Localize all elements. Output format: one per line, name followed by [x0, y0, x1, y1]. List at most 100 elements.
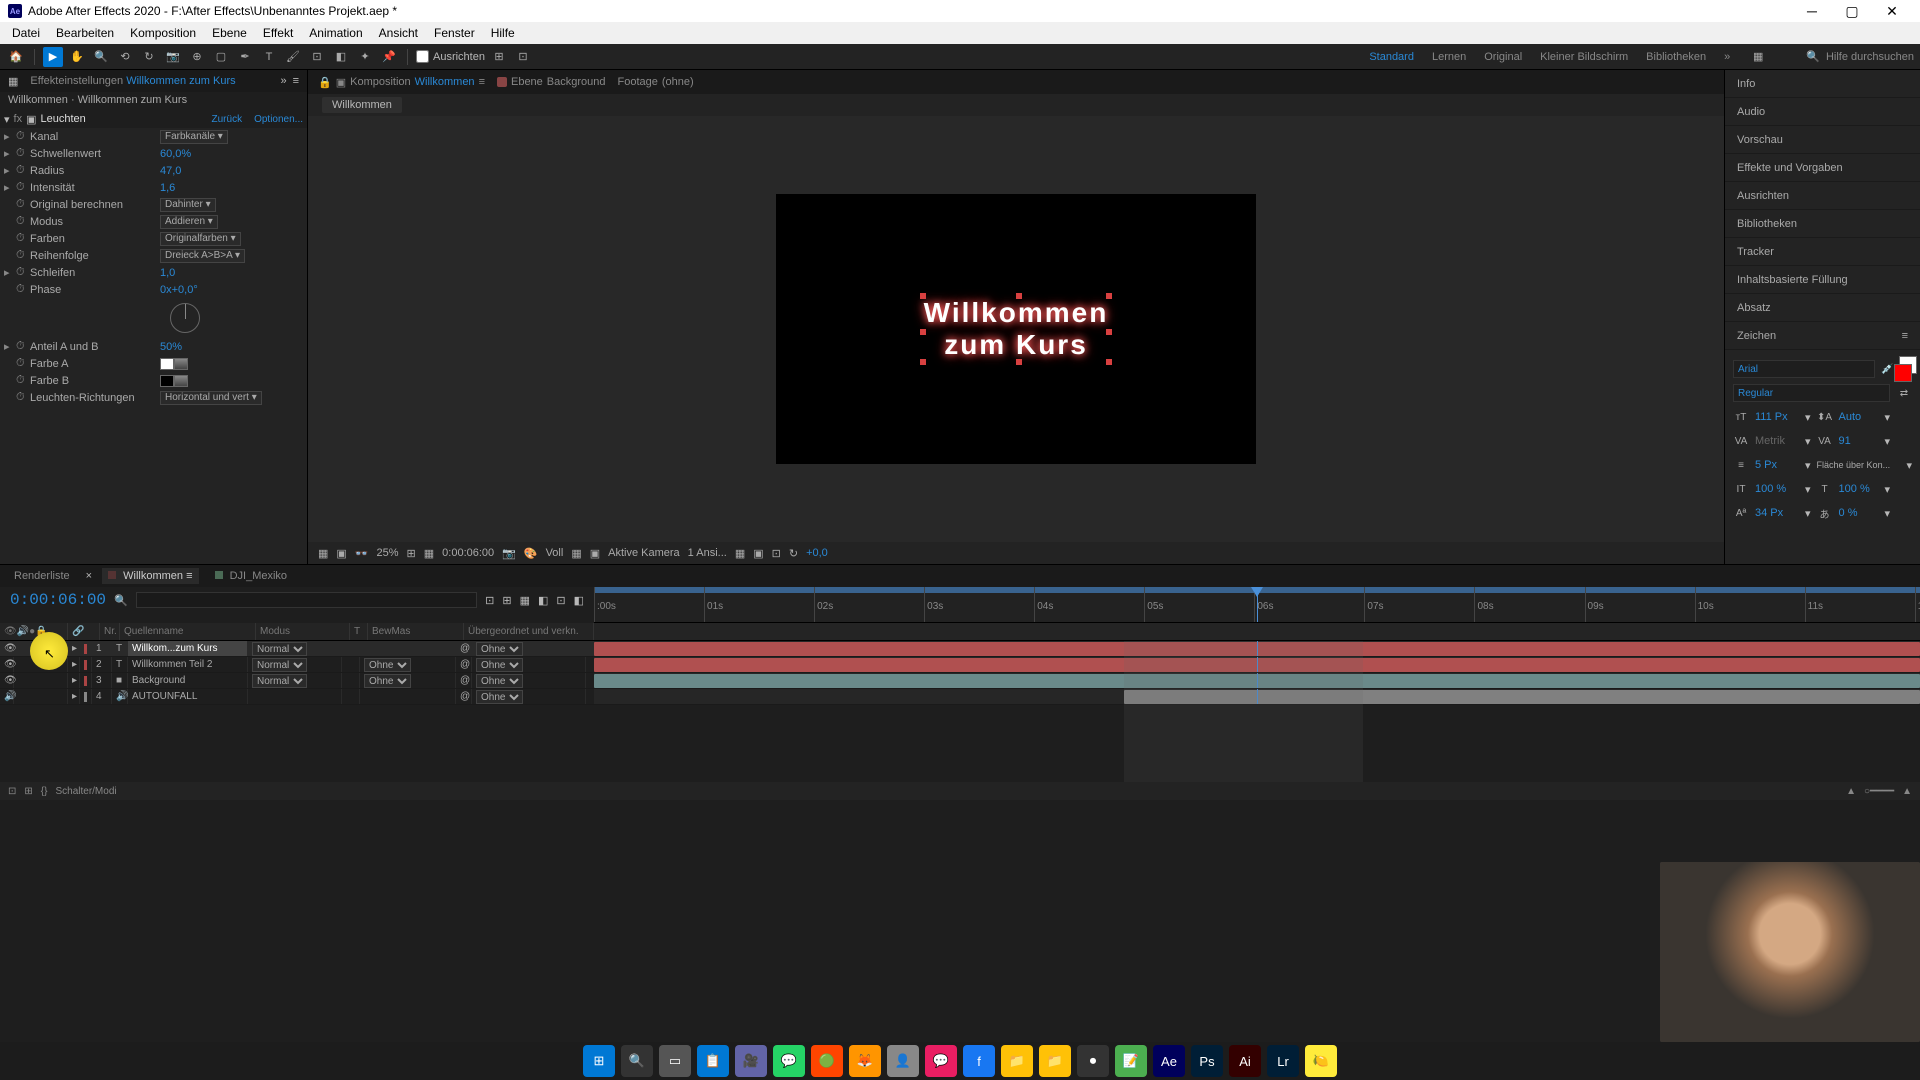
layer-row[interactable]: 👁 ▸ 3 ■ Background Normal Ohne @ Ohne [0, 673, 1920, 689]
timeline-timecode[interactable]: 0:00:06:00 [10, 591, 106, 609]
parent-select[interactable]: Ohne [476, 674, 523, 688]
vc-i7[interactable]: ⊡ [772, 547, 781, 560]
camera-tool[interactable]: 📷 [163, 47, 183, 67]
baseline[interactable]: 34 Px [1755, 507, 1799, 519]
snap-icon[interactable]: ⊞ [489, 47, 509, 67]
panel-tracker[interactable]: Tracker [1725, 238, 1920, 266]
stopwatch-icon[interactable]: ⏱ [16, 130, 30, 143]
parent-select[interactable]: Ohne [476, 690, 523, 704]
menu-datei[interactable]: Datei [4, 26, 48, 40]
layer-name[interactable]: Willkom...zum Kurs [128, 641, 248, 656]
color-swatch[interactable] [160, 358, 174, 370]
blend-mode[interactable]: Normal [252, 658, 307, 672]
panel-bibliotheken[interactable]: Bibliotheken [1725, 210, 1920, 238]
prop-dropdown[interactable]: Farbkanäle ▾ [160, 130, 228, 144]
resolution[interactable]: Voll [546, 547, 564, 559]
menu-bearbeiten[interactable]: Bearbeiten [48, 26, 122, 40]
prop-dropdown[interactable]: Horizontal und vert ▾ [160, 391, 262, 405]
visibility-toggle[interactable]: 🔊 [0, 689, 14, 704]
stopwatch-icon[interactable]: ⏱ [16, 164, 30, 177]
home-tool[interactable]: 🏠 [6, 47, 26, 67]
playhead[interactable] [1257, 587, 1258, 622]
shape-tool[interactable]: ▢ [211, 47, 231, 67]
composition-preview[interactable]: Willkommen zum Kurs [776, 194, 1256, 464]
shy-toggle[interactable]: ▸ [68, 689, 80, 704]
taskbar-app-9[interactable]: 💬 [925, 1045, 957, 1077]
viewer-canvas[interactable]: Willkommen zum Kurs [308, 116, 1724, 542]
tl-btn5[interactable]: ⊡ [556, 594, 565, 607]
visibility-toggle[interactable]: 👁 [0, 657, 14, 672]
search-placeholder[interactable]: Hilfe durchsuchen [1826, 51, 1914, 63]
color-swatch[interactable] [160, 375, 174, 387]
workspace-kleiner[interactable]: Kleiner Bildschirm [1540, 51, 1628, 63]
clone-tool[interactable]: ⊡ [307, 47, 327, 67]
blend-mode[interactable]: Normal [252, 642, 307, 656]
breadcrumb-item[interactable]: Willkommen [322, 97, 402, 113]
vc-i8[interactable]: ↻ [789, 547, 798, 560]
font-size[interactable]: 111 Px [1755, 411, 1799, 423]
taskbar-app-16[interactable]: Ps [1191, 1045, 1223, 1077]
time-ruler[interactable]: :00s01s02s03s04s05s06s07s08s09s10s11s12s [594, 587, 1920, 623]
panel-inhaltsbasierte-füllung[interactable]: Inhaltsbasierte Füllung [1725, 266, 1920, 294]
selection-tool[interactable]: ▶ [43, 47, 63, 67]
tab-close-icon[interactable]: × [86, 570, 92, 582]
panel-absatz[interactable]: Absatz [1725, 294, 1920, 322]
vc-icon2[interactable]: ▣ [336, 547, 346, 560]
visibility-toggle[interactable]: 👁 [0, 641, 14, 656]
parent-pickwhip-icon[interactable]: @ [456, 657, 472, 672]
taskbar-app-4[interactable]: 🎥 [735, 1045, 767, 1077]
camera-select[interactable]: Aktive Kamera [608, 547, 680, 559]
layer-row[interactable]: 👁 ▸ 2 T Willkommen Teil 2 Normal Ohne @ … [0, 657, 1920, 673]
workspace-lernen[interactable]: Lernen [1432, 51, 1466, 63]
eyedropper-icon[interactable]: 💉 [1881, 361, 1893, 377]
menu-komposition[interactable]: Komposition [122, 26, 204, 40]
prop-value[interactable]: 1,6 [160, 182, 175, 194]
stroke-type[interactable]: Fläche über Kon... [1817, 460, 1901, 470]
char-panel-header[interactable]: Zeichen ≡ [1725, 322, 1920, 350]
tab-willkommen[interactable]: Willkommen ≡ [102, 568, 198, 584]
visibility-toggle[interactable]: 👁 [0, 673, 14, 688]
effect-twirl-icon[interactable]: ▾ [4, 113, 10, 126]
viewer-tab-comp[interactable]: 🔒 ▣ Komposition Willkommen ≡ [318, 76, 485, 89]
taskbar-app-13[interactable]: ⏺ [1077, 1045, 1109, 1077]
taskbar-app-14[interactable]: 📝 [1115, 1045, 1147, 1077]
prop-value[interactable]: 47,0 [160, 165, 181, 177]
timeline-search[interactable] [136, 592, 477, 608]
panel-info[interactable]: Info [1725, 70, 1920, 98]
blend-mode[interactable]: Normal [252, 674, 307, 688]
leading[interactable]: Auto [1839, 411, 1879, 423]
prop-value[interactable]: 1,0 [160, 267, 175, 279]
twirl-icon[interactable]: ▸ [4, 340, 16, 353]
stopwatch-icon[interactable]: ⏱ [16, 249, 30, 262]
stroke-width[interactable]: 5 Px [1755, 459, 1799, 471]
tl-btn1[interactable]: ⊡ [485, 594, 494, 607]
taskbar-app-10[interactable]: f [963, 1045, 995, 1077]
tab-renderliste[interactable]: Renderliste [8, 568, 76, 584]
panel-ausrichten[interactable]: Ausrichten [1725, 182, 1920, 210]
tl-btn3[interactable]: ▦ [520, 594, 530, 607]
zoom-out-icon[interactable]: ▲ [1846, 786, 1856, 797]
fill-stroke-swatch[interactable] [1899, 356, 1912, 382]
prop-dropdown[interactable]: Dreieck A>B>A ▾ [160, 249, 245, 263]
taskbar-app-12[interactable]: 📁 [1039, 1045, 1071, 1077]
eraser-tool[interactable]: ◧ [331, 47, 351, 67]
close-button[interactable]: ✕ [1872, 0, 1912, 22]
taskbar-app-6[interactable]: 🟢 [811, 1045, 843, 1077]
tl-btn6[interactable]: ◧ [574, 594, 584, 607]
vc-guides-icon[interactable]: ▦ [424, 547, 434, 560]
stopwatch-icon[interactable]: ⏱ [16, 391, 30, 404]
panel-vorschau[interactable]: Vorschau [1725, 126, 1920, 154]
panel-menu2-icon[interactable]: ≡ [293, 75, 299, 87]
twirl-icon[interactable]: ▸ [4, 266, 16, 279]
parent-select[interactable]: Ohne [476, 642, 523, 656]
color-picker-icon[interactable] [174, 358, 188, 370]
zoom-in-icon[interactable]: ▲ [1902, 786, 1912, 797]
pan-behind-tool[interactable]: ⊕ [187, 47, 207, 67]
phase-dial[interactable] [170, 303, 200, 333]
menu-hilfe[interactable]: Hilfe [483, 26, 523, 40]
taskbar-app-18[interactable]: Lr [1267, 1045, 1299, 1077]
workspace-more-icon[interactable]: » [1724, 51, 1730, 63]
kerning[interactable]: Metrik [1755, 435, 1799, 447]
vc-transparent-icon[interactable]: ▦ [571, 547, 581, 560]
taskbar-app-1[interactable]: 🔍 [621, 1045, 653, 1077]
